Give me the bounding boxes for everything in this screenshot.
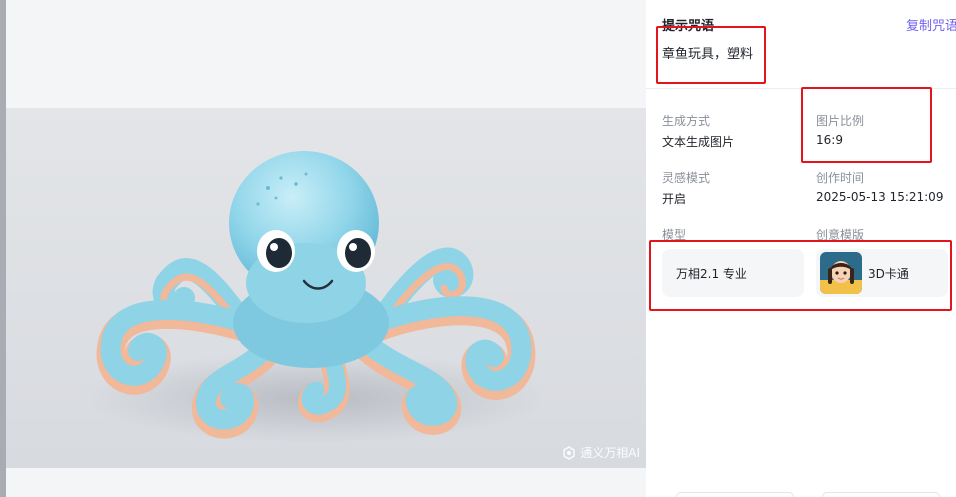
- swirl-logo-icon: [563, 445, 575, 460]
- inspiration-mode-label: 灵感模式: [662, 171, 711, 185]
- bottom-action-button-1[interactable]: [676, 492, 794, 497]
- aspect-ratio-value: 16:9: [816, 133, 843, 147]
- generation-method-label: 生成方式: [662, 114, 711, 128]
- details-panel: 提示咒语 复制咒语 章鱼玩具，塑料 生成方式 文本生成图片 图片比例 16:9 …: [646, 0, 956, 497]
- prompt-section-title: 提示咒语: [662, 19, 715, 34]
- inspiration-mode-value: 开启: [662, 192, 687, 206]
- aspect-ratio-label: 图片比例: [816, 114, 865, 128]
- template-card[interactable]: 3D卡通: [816, 249, 948, 297]
- octopus-toy-illustration: [6, 108, 646, 468]
- model-value: 万相2.1 专业: [676, 266, 747, 281]
- section-divider: [646, 88, 956, 89]
- template-label: 创意模版: [816, 228, 865, 242]
- template-value: 3D卡通: [868, 266, 909, 281]
- cartoon-girl-avatar: [820, 252, 862, 294]
- model-label: 模型: [662, 228, 687, 242]
- prompt-text: 章鱼玩具，塑料: [662, 47, 754, 62]
- created-time-label: 创作时间: [816, 171, 865, 185]
- generation-method-value: 文本生成图片: [662, 135, 735, 149]
- generated-image[interactable]: 通义万相AI: [6, 108, 646, 468]
- copy-prompt-button[interactable]: 复制咒语: [906, 15, 956, 34]
- watermark-text: 通义万相AI: [580, 446, 640, 460]
- created-time-value: 2025-05-13 15:21:09: [816, 190, 944, 204]
- watermark: 通义万相AI: [562, 444, 640, 461]
- image-viewer: 通义万相AI: [6, 0, 646, 497]
- bottom-action-button-2[interactable]: [822, 492, 940, 497]
- model-card[interactable]: 万相2.1 专业: [662, 249, 804, 297]
